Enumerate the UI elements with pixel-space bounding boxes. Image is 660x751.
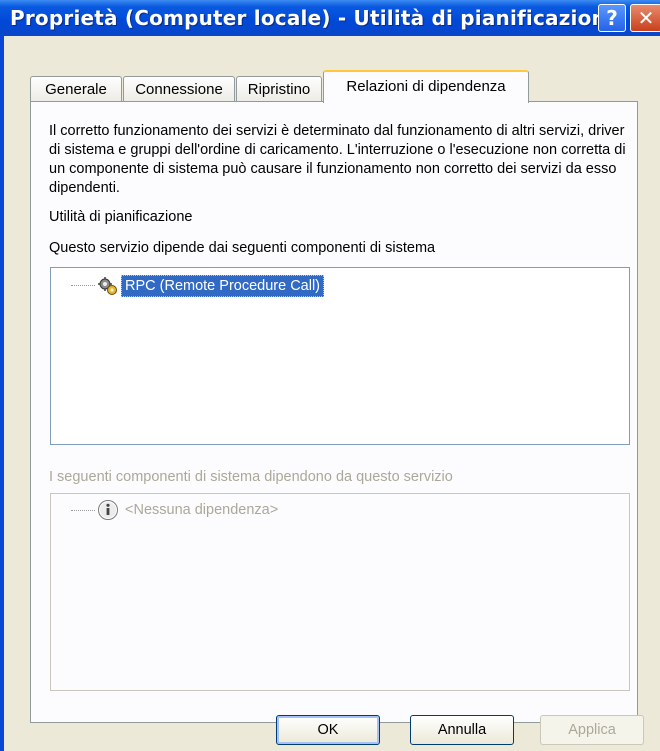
apply-button[interactable]: Applica (540, 715, 644, 745)
tree-item-label[interactable]: RPC (Remote Procedure Call) (121, 275, 325, 297)
tab-relazioni-di-dipendenza[interactable]: Relazioni di dipendenza (323, 70, 529, 103)
tab-connessione[interactable]: Connessione (123, 76, 235, 102)
description-text: Il corretto funzionamento dei servizi è … (49, 123, 626, 196)
gears-icon (98, 277, 117, 295)
close-button[interactable]: ✕ (630, 4, 660, 32)
dialog-body: Generale Connessione Ripristino Relazion… (4, 36, 660, 751)
title-bar[interactable]: Proprietà (Computer locale) - Utilità di… (0, 0, 660, 36)
window-title: Proprietà (Computer locale) - Utilità di… (10, 6, 620, 30)
tab-generale[interactable]: Generale (30, 76, 122, 102)
depends-on-tree[interactable]: RPC (Remote Procedure Call) (50, 267, 630, 445)
tree-item: <Nessuna dipendenza> (71, 500, 371, 522)
cancel-button[interactable]: Annulla (410, 715, 514, 745)
depends-on-label: Questo servizio dipende dai seguenti com… (49, 240, 436, 256)
dependents-label: I seguenti componenti di sistema dipendo… (49, 469, 453, 485)
tree-item[interactable]: RPC (Remote Procedure Call) (71, 275, 371, 297)
tree-item-label: <Nessuna dipendenza> (125, 502, 279, 518)
tree-line (71, 510, 95, 511)
tree-line (71, 285, 95, 286)
dependents-tree: <Nessuna dipendenza> (50, 493, 630, 691)
properties-dialog: Proprietà (Computer locale) - Utilità di… (0, 0, 660, 751)
info-icon (98, 500, 118, 520)
help-button[interactable]: ? (598, 4, 626, 32)
service-name: Utilità di pianificazione (49, 209, 193, 225)
ok-button[interactable]: OK (276, 715, 380, 745)
tab-ripristino[interactable]: Ripristino (236, 76, 322, 102)
